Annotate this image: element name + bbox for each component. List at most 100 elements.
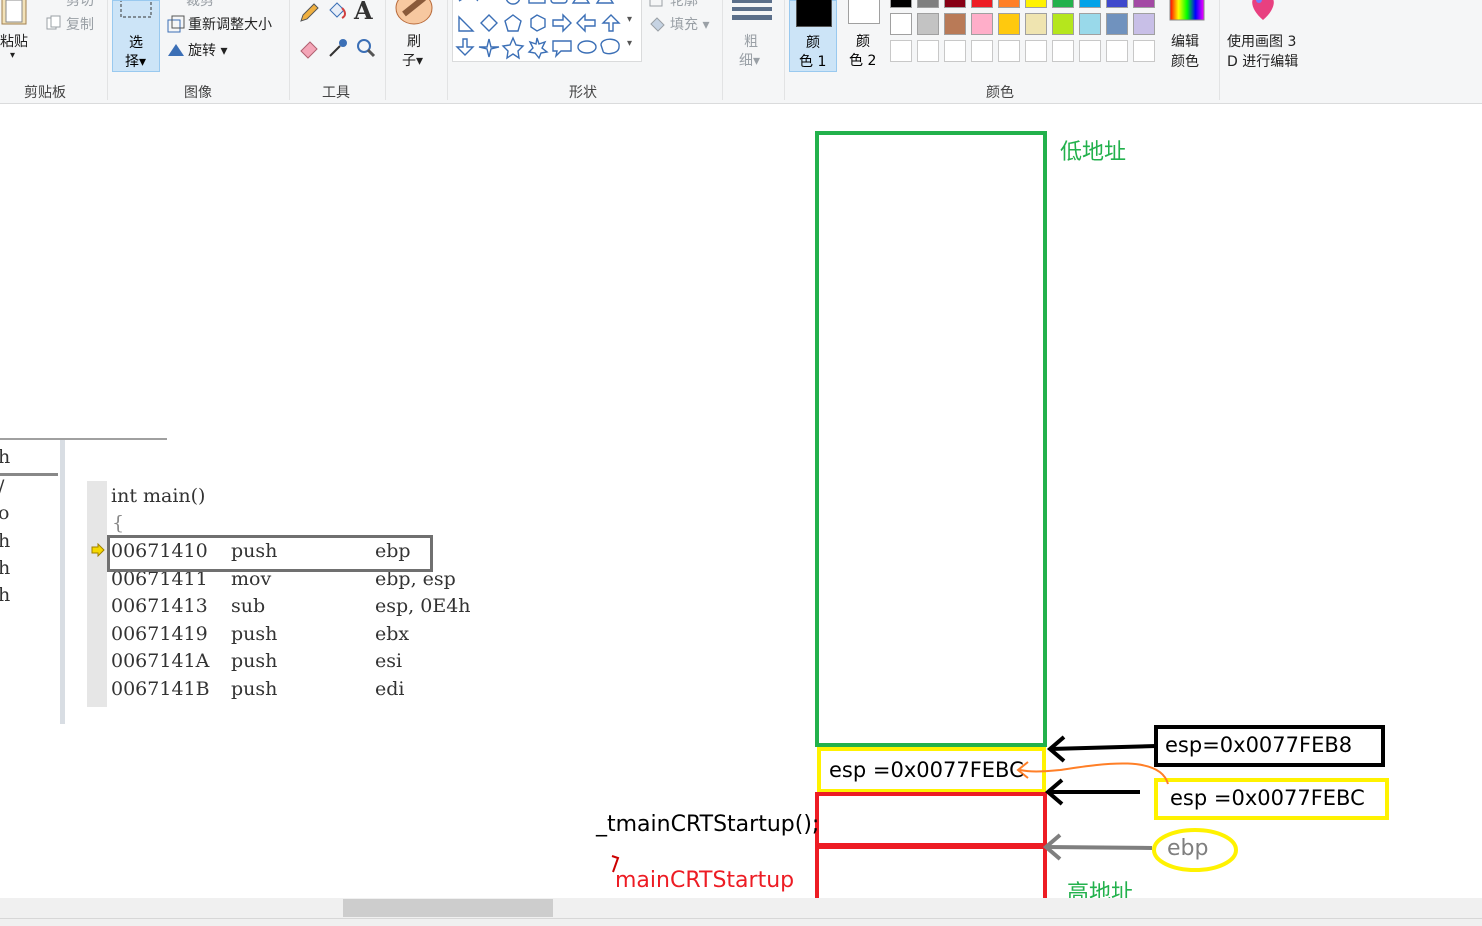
outline-button[interactable]: 轮廓 [670, 0, 698, 10]
palette-swatch[interactable] [917, 40, 939, 62]
copy-button[interactable]: 复制 [66, 14, 94, 34]
palette-swatch[interactable] [998, 40, 1020, 62]
fill-bucket-icon[interactable] [326, 0, 348, 26]
separator [784, 0, 785, 100]
palette-swatch[interactable] [1052, 13, 1074, 35]
color2-swatch [848, 0, 880, 24]
palette-swatch[interactable] [944, 13, 966, 35]
ebp-label: ebp [1167, 836, 1209, 861]
brush-label-top[interactable]: 刷 [407, 31, 421, 51]
magnifier-icon[interactable] [355, 37, 377, 63]
color2-label-top: 颜 [856, 34, 870, 50]
color2-label-bottom: 色 2 [849, 53, 877, 69]
separator [447, 0, 448, 100]
palette-swatch[interactable] [1133, 0, 1155, 8]
stack-green-region [815, 131, 1047, 747]
color1-label-bottom: 色 1 [799, 54, 827, 70]
palette-swatch[interactable] [890, 13, 912, 35]
fill-button[interactable]: 填充 ▾ [670, 14, 709, 34]
color1-label-top: 颜 [806, 35, 820, 51]
palette-swatch[interactable] [1106, 0, 1128, 8]
palette-swatch[interactable] [1052, 40, 1074, 62]
palette-swatch[interactable] [944, 40, 966, 62]
palette-swatch[interactable] [1025, 13, 1047, 35]
palette-swatch[interactable] [971, 0, 993, 8]
size-icon[interactable] [732, 0, 774, 26]
drawing-canvas[interactable]: h/ohhh int main() { 00671410pushebp00671… [0, 104, 1482, 906]
palette-swatch[interactable] [1133, 40, 1155, 62]
palette-swatch[interactable] [890, 0, 912, 8]
paint3d-icon[interactable] [1247, 0, 1279, 26]
text-icon[interactable]: A [354, 0, 373, 25]
palette-swatch[interactable] [1025, 0, 1047, 8]
palette-swatch[interactable] [917, 0, 939, 8]
ebp-arrow [1045, 845, 1153, 850]
paint3d-label-top[interactable]: 使用画图 3 [1227, 31, 1296, 51]
colors-group-label: 颜色 [986, 85, 1014, 101]
low-address-label: 低地址 [1060, 140, 1127, 165]
select-icon [120, 0, 152, 18]
palette-swatch[interactable] [890, 40, 912, 62]
palette-swatch[interactable] [1079, 0, 1101, 8]
separator [385, 0, 386, 100]
shapes-gallery[interactable] [452, 0, 642, 62]
palette-swatch[interactable] [1106, 40, 1128, 62]
rotate-button[interactable]: 旋转 ▾ [188, 40, 227, 60]
palette-swatch[interactable] [1052, 0, 1074, 8]
new-esp-arrow [1049, 744, 1157, 751]
palette-swatch[interactable] [971, 13, 993, 35]
outline-icon [648, 0, 666, 12]
paint3d-label-bottom[interactable]: D 进行编辑 [1227, 51, 1298, 71]
palette-swatch[interactable] [998, 13, 1020, 35]
palette-swatch[interactable] [944, 0, 966, 8]
old-esp-label: esp =0x0077FEBC [1170, 786, 1365, 810]
paste-icon[interactable] [0, 0, 30, 28]
stack-esp-label: esp =0x0077FEBC [829, 758, 1024, 782]
horizontal-scrollbar[interactable] [0, 898, 1482, 918]
pencil-icon[interactable] [298, 2, 320, 28]
brush-icon[interactable] [394, 0, 438, 32]
eraser-icon[interactable] [298, 37, 320, 63]
separator [722, 0, 723, 100]
color1-button[interactable]: 颜 色 1 [789, 0, 837, 72]
shapes-more-icon[interactable]: ▾ [627, 38, 632, 49]
edit-colors-icon[interactable] [1168, 0, 1206, 26]
cut-button[interactable]: 剪切 [66, 0, 94, 10]
palette-swatch[interactable] [998, 0, 1020, 8]
size-label-top[interactable]: 粗 [744, 31, 758, 51]
resize-button[interactable]: 重新调整大小 [188, 14, 272, 34]
rotate-icon [166, 40, 186, 62]
ribbon: 粘贴 ▾ 剪切 复制 剪贴板 选 择▾ 裁剪 重新调整大小 旋转 ▾ 图像 A … [0, 0, 1482, 104]
palette-swatch[interactable] [1025, 40, 1047, 62]
palette-swatch[interactable] [971, 40, 993, 62]
palette-swatch[interactable] [1106, 13, 1128, 35]
palette-swatch[interactable] [1079, 13, 1101, 35]
select-button[interactable]: 选 择▾ [112, 0, 160, 72]
edit-colors-label-top[interactable]: 编辑 [1171, 31, 1199, 51]
crop-button[interactable]: 裁剪 [186, 0, 214, 10]
fill-icon [648, 14, 668, 36]
image-group-label: 图像 [184, 85, 212, 101]
color-palette[interactable] [890, 0, 1162, 68]
horizontal-scrollbar-thumb[interactable] [343, 899, 553, 917]
stack-red-slot-1 [815, 792, 1047, 847]
size-label-bottom[interactable]: 细▾ [739, 50, 760, 70]
resize-icon [167, 15, 185, 37]
brush-label-bottom[interactable]: 子▾ [402, 50, 423, 70]
color-picker-icon[interactable] [327, 37, 349, 63]
palette-swatch[interactable] [1133, 13, 1155, 35]
tools-group-label: 工具 [322, 85, 350, 101]
stack-diagram [611, 131, 1389, 904]
color2-button[interactable]: 颜 色 2 [840, 0, 888, 72]
stack-red-slot-2 [815, 845, 1047, 904]
separator [289, 0, 290, 100]
edit-colors-label-bottom[interactable]: 颜色 [1171, 51, 1199, 71]
palette-swatch[interactable] [917, 13, 939, 35]
color1-swatch [796, 0, 832, 27]
paste-button[interactable]: 粘贴 [0, 31, 28, 51]
paste-dropdown-icon[interactable]: ▾ [10, 50, 15, 61]
palette-swatch[interactable] [1079, 40, 1101, 62]
frame-tmain-label: _tmainCRTStartup(); [596, 812, 820, 837]
shapes-scroll-icon[interactable]: ▾ [627, 14, 632, 25]
select-label-bottom: 择▾ [125, 54, 147, 70]
